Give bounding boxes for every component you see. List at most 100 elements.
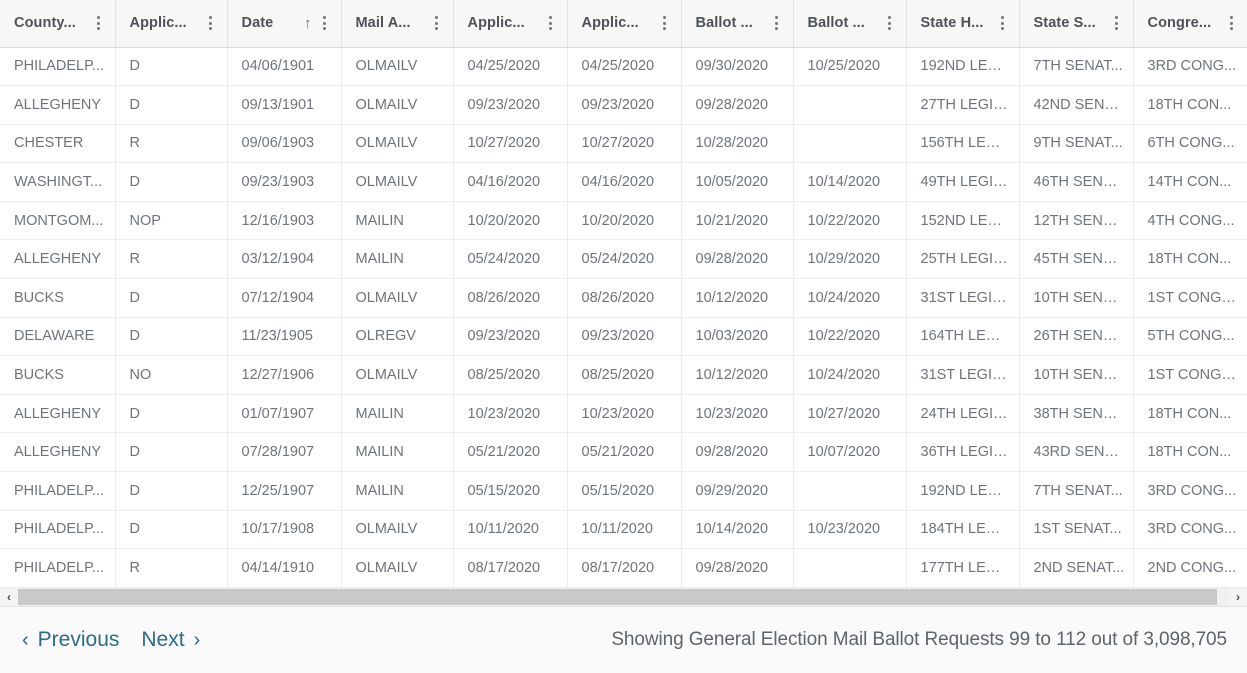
column-header-label: Ballot ... [807, 15, 865, 32]
column-header-label: Date [241, 15, 274, 32]
column-menu-icon[interactable] [430, 13, 444, 33]
column-header-date[interactable]: Date ↑ [227, 0, 342, 48]
cell-application-approved-date: 04/25/2020 [453, 47, 568, 87]
scroll-left-arrow-icon[interactable]: ‹ [0, 587, 18, 606]
previous-page-button[interactable]: ‹ Previous [22, 629, 119, 650]
data-grid-container: County... Applic... Date ↑ Mail A... Applic..… [0, 0, 1247, 673]
scroll-right-arrow-icon[interactable]: › [1229, 587, 1247, 606]
column-header-label: Applic... [581, 15, 639, 32]
column-header-ballot-returned-date[interactable]: Ballot ... [793, 0, 907, 48]
horizontal-scrollbar[interactable]: ‹ › [0, 587, 1247, 607]
scrollbar-thumb[interactable] [18, 588, 1217, 605]
column-header-state-senate-district[interactable]: State S... [1019, 0, 1134, 48]
column-header-state-house-district[interactable]: State H... [906, 0, 1020, 48]
column-menu-icon[interactable] [1224, 13, 1238, 33]
cell-mail-application-type: MAILIN [341, 201, 454, 241]
column-menu-icon[interactable] [883, 13, 897, 33]
cell-applicant-party: D [115, 394, 228, 434]
grid-viewport[interactable]: County... Applic... Date ↑ Mail A... Applic..… [0, 0, 1247, 588]
cell-mail-application-type: OLREGV [341, 317, 454, 357]
scrollbar-track[interactable] [18, 587, 1229, 606]
cell-date: 12/27/1906 [227, 355, 342, 395]
table-row[interactable]: PHILADELP... D 04/06/1901 OLMAILV 04/25/2020… [0, 47, 1247, 87]
cell-applicant-party: D [115, 278, 228, 318]
next-page-button[interactable]: Next › [141, 629, 200, 650]
cell-ballot-mailed-date: 09/28/2020 [681, 239, 794, 280]
cell-date: 12/25/1907 [227, 471, 342, 511]
cell-applicant-party: D [115, 317, 228, 357]
table-row[interactable]: ALLEGHENY D 01/07/1907 MAILIN 10/23/2020 10/2… [0, 394, 1247, 434]
table-row[interactable]: PHILADELP... R 04/14/1910 OLMAILV 08/17/2020… [0, 548, 1247, 588]
cell-state-house-district: 192ND LEG... [906, 471, 1020, 511]
table-row[interactable]: WASHINGT... D 09/23/1903 OLMAILV 04/16/2020 0… [0, 162, 1247, 202]
cell-state-house-district: 31ST LEGIS... [906, 278, 1020, 318]
column-menu-icon[interactable] [996, 13, 1010, 33]
cell-congressional-district: 3RD CONG... [1133, 471, 1247, 511]
cell-application-return-date: 04/25/2020 [567, 47, 682, 87]
table-row[interactable]: PHILADELP... D 12/25/1907 MAILIN 05/15/2020 0… [0, 471, 1247, 511]
column-menu-icon[interactable] [1110, 13, 1124, 33]
column-menu-icon[interactable] [770, 13, 784, 33]
cell-state-senate-district: 10TH SENA... [1019, 355, 1134, 395]
cell-ballot-returned-date: 10/14/2020 [793, 162, 907, 202]
cell-state-senate-district: 12TH SENA... [1019, 201, 1134, 241]
table-row[interactable]: ALLEGHENY R 03/12/1904 MAILIN 05/24/2020 05/2… [0, 239, 1247, 280]
column-header-ballot-mailed-date[interactable]: Ballot ... [681, 0, 794, 48]
table-row[interactable]: PHILADELP... D 10/17/1908 OLMAILV 10/11/2020… [0, 510, 1247, 550]
column-header-application-return-date[interactable]: Applic... [567, 0, 682, 48]
column-header-mail-application-type[interactable]: Mail A... [341, 0, 454, 48]
table-row[interactable]: DELAWARE D 11/23/1905 OLREGV 09/23/2020 09/23… [0, 317, 1247, 357]
cell-mail-application-type: OLMAILV [341, 355, 454, 395]
cell-mail-application-type: OLMAILV [341, 548, 454, 588]
cell-application-return-date: 08/17/2020 [567, 548, 682, 588]
cell-ballot-mailed-date: 10/21/2020 [681, 201, 794, 241]
cell-date: 03/12/1904 [227, 239, 342, 280]
column-header-congressional-district[interactable]: Congre... [1133, 0, 1247, 48]
cell-application-return-date: 10/27/2020 [567, 124, 682, 164]
cell-application-return-date: 10/11/2020 [567, 510, 682, 550]
column-menu-icon[interactable] [544, 13, 558, 33]
results-status-text: Showing General Election Mail Ballot Req… [611, 628, 1227, 650]
cell-application-approved-date: 04/16/2020 [453, 162, 568, 202]
cell-ballot-mailed-date: 09/28/2020 [681, 85, 794, 125]
cell-state-house-district: 177TH LEGI... [906, 548, 1020, 588]
table-row[interactable]: CHESTER R 09/06/1903 OLMAILV 10/27/2020 10/27… [0, 124, 1247, 164]
table-header: County... Applic... Date ↑ Mail A... Applic..… [0, 0, 1247, 48]
cell-congressional-district: 14TH CON... [1133, 162, 1247, 202]
table-row[interactable]: BUCKS NO 12/27/1906 OLMAILV 08/25/2020 08/25/… [0, 355, 1247, 395]
table-row[interactable]: ALLEGHENY D 07/28/1907 MAILIN 05/21/2020 05/2… [0, 432, 1247, 473]
cell-applicant-party: D [115, 510, 228, 550]
column-header-label: Ballot ... [695, 15, 753, 32]
cell-date: 04/14/1910 [227, 548, 342, 588]
cell-application-return-date: 09/23/2020 [567, 85, 682, 125]
cell-ballot-returned-date: 10/23/2020 [793, 510, 907, 550]
column-menu-icon[interactable] [92, 13, 106, 33]
cell-state-house-district: 36TH LEGIS... [906, 432, 1020, 473]
column-menu-icon[interactable] [318, 13, 332, 33]
cell-state-senate-district: 38TH SENA... [1019, 394, 1134, 434]
cell-ballot-returned-date [793, 124, 907, 164]
column-header-application-approved-date[interactable]: Applic... [453, 0, 568, 48]
column-header-county[interactable]: County... [0, 0, 116, 48]
cell-date: 12/16/1903 [227, 201, 342, 241]
cell-state-senate-district: 9TH SENAT... [1019, 124, 1134, 164]
cell-state-house-district: 152ND LEG... [906, 201, 1020, 241]
cell-ballot-returned-date: 10/25/2020 [793, 47, 907, 87]
cell-county: WASHINGT... [0, 162, 116, 202]
table-row[interactable]: ALLEGHENY D 09/13/1901 OLMAILV 09/23/2020 09/… [0, 85, 1247, 125]
column-menu-icon[interactable] [658, 13, 672, 33]
cell-mail-application-type: OLMAILV [341, 124, 454, 164]
column-menu-icon[interactable] [204, 13, 218, 33]
cell-state-senate-district: 7TH SENAT... [1019, 47, 1134, 87]
table-row[interactable]: MONTGOM... NOP 12/16/1903 MAILIN 10/20/2020 1… [0, 201, 1247, 241]
cell-application-return-date: 05/15/2020 [567, 471, 682, 511]
cell-applicant-party: NO [115, 355, 228, 395]
table-row[interactable]: BUCKS D 07/12/1904 OLMAILV 08/26/2020 08/26/2… [0, 278, 1247, 318]
cell-date: 09/13/1901 [227, 85, 342, 125]
cell-state-house-district: 24TH LEGIS... [906, 394, 1020, 434]
cell-state-house-district: 25TH LEGIS... [906, 239, 1020, 280]
column-header-applicant-party[interactable]: Applic... [115, 0, 228, 48]
cell-application-return-date: 10/23/2020 [567, 394, 682, 434]
cell-application-return-date: 08/26/2020 [567, 278, 682, 318]
cell-ballot-mailed-date: 10/05/2020 [681, 162, 794, 202]
